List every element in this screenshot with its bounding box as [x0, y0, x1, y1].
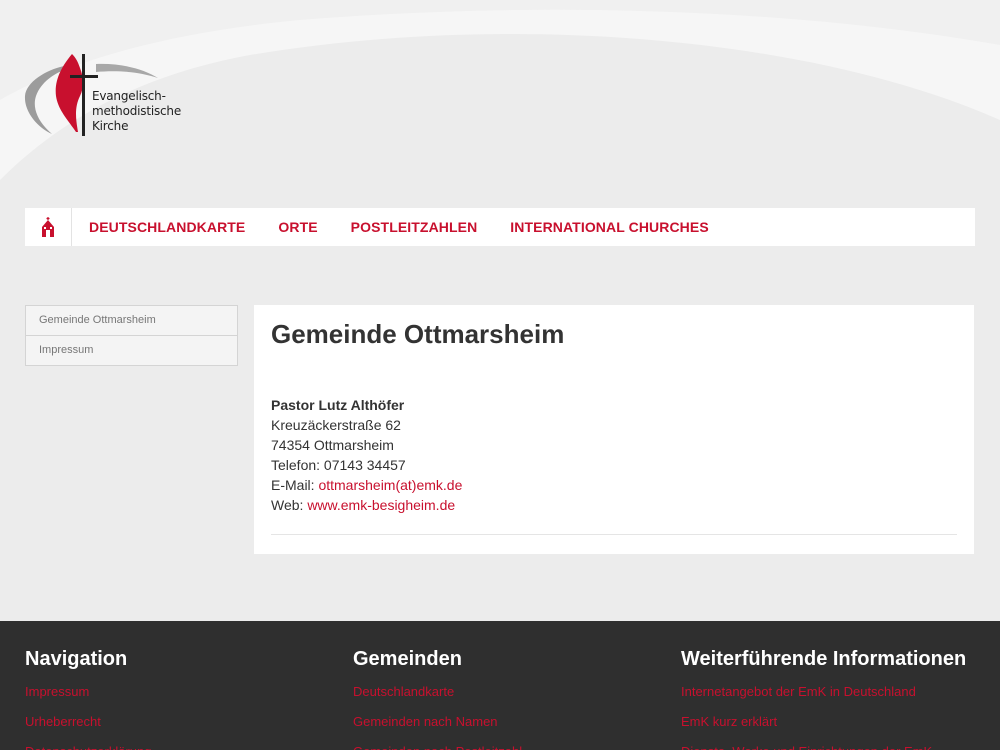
nav-item-postleitzahlen[interactable]: POSTLEITZAHLEN: [351, 219, 478, 235]
footer-col-gemeinden: Gemeinden Deutschlandkarte Gemeinden nac…: [353, 647, 522, 750]
sidebar-item-impressum[interactable]: Impressum: [25, 336, 238, 366]
logo-line-2: methodistische: [92, 104, 182, 118]
logo-line-1: Evangelisch-: [92, 89, 166, 103]
email-row: E-Mail: ottmarsheim(at)emk.de: [271, 475, 957, 495]
web-row: Web: www.emk-besigheim.de: [271, 495, 957, 515]
sidebar: Gemeinde Ottmarsheim Impressum: [25, 305, 238, 366]
nav-items: DEUTSCHLANDKARTE ORTE POSTLEITZAHLEN INT…: [72, 208, 742, 246]
footer-heading-navigation: Navigation: [25, 648, 128, 670]
footer-link-dienste[interactable]: Dienste, Werke und Einrichtungen der EmK: [681, 737, 966, 750]
logo-text: Evangelisch- methodistische Kirche: [92, 89, 181, 134]
web-label: Web:: [271, 497, 308, 513]
page-title: Gemeinde Ottmarsheim: [271, 319, 565, 349]
footer-link-urheberrecht[interactable]: Urheberrecht: [25, 707, 151, 737]
nav-item-orte[interactable]: ORTE: [278, 219, 317, 235]
street: Kreuzäckerstraße 62: [271, 417, 401, 433]
nav-item-deutschlandkarte[interactable]: DEUTSCHLANDKARTE: [89, 219, 245, 235]
footer-link-impressum[interactable]: Impressum: [25, 677, 151, 707]
main-navigation: DEUTSCHLANDKARTE ORTE POSTLEITZAHLEN INT…: [25, 208, 975, 246]
church-icon: [42, 217, 54, 237]
content-divider: [271, 534, 957, 535]
footer-heading-gemeinden: Gemeinden: [353, 648, 462, 670]
footer: Navigation Impressum Urheberrecht Datens…: [0, 621, 1000, 750]
city: 74354 Ottmarsheim: [271, 437, 394, 453]
footer-link-datenschutz[interactable]: Datenschutzerklärung: [25, 737, 151, 750]
footer-link-gemeinden-namen[interactable]: Gemeinden nach Namen: [353, 707, 522, 737]
footer-link-gemeinden-plz[interactable]: Gemeinden nach Postleitzahl: [353, 737, 522, 750]
main-content: Gemeinde Ottmarsheim Pastor Lutz Althöfe…: [254, 305, 974, 554]
pastor-name: Pastor Lutz Althöfer: [271, 397, 405, 413]
phone: Telefon: 07143 34457: [271, 457, 406, 473]
footer-col-navigation: Navigation Impressum Urheberrecht Datens…: [25, 647, 151, 750]
nav-item-international-churches[interactable]: INTERNATIONAL CHURCHES: [510, 219, 708, 235]
address-block: Pastor Lutz Althöfer Kreuzäckerstraße 62…: [271, 395, 957, 515]
footer-link-internetangebot[interactable]: Internetangebot der EmK in Deutschland: [681, 677, 966, 707]
sidebar-item-gemeinde[interactable]: Gemeinde Ottmarsheim: [25, 305, 238, 336]
footer-heading-informationen: Weiterführende Informationen: [681, 648, 967, 670]
email-link[interactable]: ottmarsheim(at)emk.de: [318, 477, 462, 493]
footer-link-deutschlandkarte[interactable]: Deutschlandkarte: [353, 677, 522, 707]
footer-link-emk-erklaert[interactable]: EmK kurz erklärt: [681, 707, 966, 737]
nav-home-button[interactable]: [25, 208, 72, 246]
web-link[interactable]: www.emk-besigheim.de: [307, 497, 455, 513]
logo-line-3: Kirche: [92, 119, 129, 133]
email-label: E-Mail:: [271, 477, 319, 493]
footer-col-informationen: Weiterführende Informationen Internetang…: [681, 647, 966, 750]
